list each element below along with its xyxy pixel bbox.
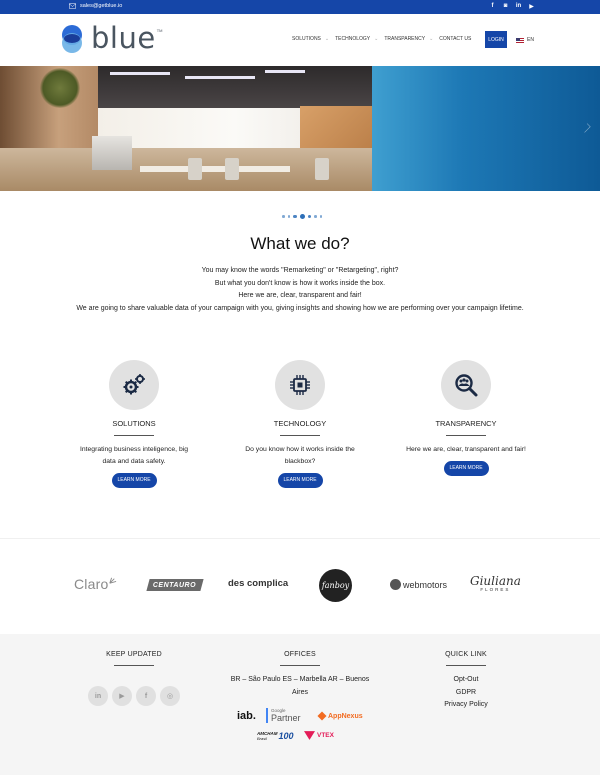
youtube-icon[interactable]: ▶ [112, 686, 132, 706]
intro-line: We are going to share valuable data of y… [76, 304, 524, 312]
partner-amcham: AMCHAM Brasil 100 [257, 731, 294, 741]
chevron-down-icon: ⌄ [429, 36, 434, 42]
learn-more-button[interactable]: LEARN MORE [277, 473, 323, 488]
feature-description: Here we are, clear, transparent and fair… [406, 446, 526, 453]
feature-icon-circle [109, 360, 159, 410]
divider [114, 665, 154, 666]
linkedin-icon[interactable]: in [515, 3, 522, 10]
slider-dot[interactable] [307, 214, 311, 219]
facebook-icon[interactable]: f [136, 686, 156, 706]
slider-dot[interactable] [319, 215, 322, 218]
feature-solutions: SOLUTIONS Integrating business inteligen… [74, 360, 194, 488]
client-logo-webmotors: webmotors [390, 579, 447, 590]
feature-technology: TECHNOLOGY Do you know how it works insi… [240, 360, 360, 488]
language-label: EN [527, 37, 534, 43]
footer-heading: QUICK LINK [445, 651, 487, 658]
feature-description: Integrating business inteligence, big da… [79, 446, 189, 465]
chip-icon [290, 375, 310, 395]
instagram-icon[interactable]: ◎ [160, 686, 180, 706]
section-title: What we do? [250, 234, 350, 253]
magnifier-people-icon [455, 374, 478, 397]
feature-title: TECHNOLOGY [273, 419, 327, 428]
divider [446, 665, 486, 666]
main-nav: SOLUTIONS ⌄ TECHNOLOGY ⌄ TRANSPARENCY ⌄ CON… [292, 36, 471, 42]
client-logo-giuliana-flores: Giuliana FLORES [470, 574, 521, 592]
chevron-down-icon: ⌄ [324, 36, 330, 42]
logo-wordmark: blue [91, 21, 156, 55]
us-flag-icon [516, 37, 524, 43]
gears-icon [123, 374, 145, 395]
hero-slider-image [0, 66, 600, 191]
footer-heading: KEEP UPDATED [106, 651, 162, 658]
divider [446, 435, 486, 436]
top-bar: sales@getblue.io f ◙ in ▶ [0, 0, 600, 14]
slider-dot-active[interactable] [299, 214, 305, 219]
divider [280, 665, 320, 666]
site-header: blue TM SOLUTIONS ⌄ TECHNOLOGY ⌄ TRANSPARE… [0, 14, 600, 66]
nav-contact-us[interactable]: CONTACT US [439, 36, 471, 42]
slider-dots [282, 214, 322, 219]
divider [114, 435, 154, 436]
appnexus-mark-icon [317, 711, 327, 721]
client-logo-descomplica: des complica [228, 578, 289, 589]
footer-offices: OFFICES BR – São Paulo ES – Marbella AR … [225, 651, 375, 699]
intro-text: You may know the words "Remarketing" or … [0, 265, 600, 315]
feature-transparency: TRANSPARENCY Here we are, clear, transpa… [406, 360, 526, 476]
youtube-icon[interactable]: ▶ [528, 3, 535, 10]
linkedin-icon[interactable]: in [88, 686, 108, 706]
login-button[interactable]: LOGIN [485, 31, 507, 48]
logo-trademark: TM [156, 28, 163, 33]
feature-title: SOLUTIONS [112, 419, 156, 428]
feature-icon-circle [275, 360, 325, 410]
chevron-down-icon: ⌄ [374, 36, 379, 42]
link-privacy-policy[interactable]: Privacy Policy [406, 699, 526, 712]
vtex-mark-icon [304, 731, 315, 740]
footer-heading: OFFICES [284, 651, 316, 658]
facebook-icon[interactable]: f [489, 3, 496, 10]
footer-keep-updated: KEEP UPDATED in ▶ f ◎ [74, 651, 194, 706]
nav-solutions[interactable]: SOLUTIONS [292, 36, 321, 42]
intro-line: But what you don't know is how it works … [214, 279, 386, 287]
partner-appnexus: AppNexus [317, 711, 363, 721]
offices-list: BR – São Paulo ES – Marbella AR – Buenos… [230, 676, 370, 696]
intro-line: Here we are, clear, transparent and fair… [238, 292, 362, 299]
site-logo[interactable]: blue TM [61, 24, 162, 54]
logo-mark-icon [61, 24, 85, 54]
link-opt-out[interactable]: Opt-Out [406, 674, 526, 687]
slider-dot[interactable] [287, 215, 290, 218]
slider-dot[interactable] [314, 215, 317, 218]
feature-description: Do you know how it works inside the blac… [245, 446, 355, 465]
divider [280, 435, 320, 436]
slider-dot[interactable] [293, 214, 297, 219]
contact-email[interactable]: sales@getblue.io [69, 3, 122, 9]
partner-vtex: VTEX [304, 731, 334, 740]
client-logo-fanboy: fanboy [319, 569, 352, 602]
link-gdpr[interactable]: GDPR [406, 687, 526, 700]
nav-transparency[interactable]: TRANSPARENCY [384, 36, 425, 42]
partner-iab: iab. [237, 710, 256, 722]
nav-technology[interactable]: TECHNOLOGY [335, 36, 370, 42]
email-text: sales@getblue.io [80, 3, 123, 9]
instagram-icon[interactable]: ◙ [502, 3, 509, 10]
feature-title: TRANSPARENCY [435, 419, 497, 428]
learn-more-button[interactable]: LEARN MORE [443, 461, 489, 476]
intro-line: You may know the words "Remarketing" or … [201, 267, 399, 274]
language-selector[interactable]: EN [516, 37, 534, 43]
sunburst-icon [109, 577, 117, 584]
slider-dot[interactable] [282, 215, 285, 218]
partner-google-partner: Google Partner [266, 708, 301, 723]
client-logo-claro: Claro [74, 576, 117, 592]
webmotors-mark-icon [390, 579, 401, 590]
learn-more-button[interactable]: LEARN MORE [111, 473, 157, 488]
feature-icon-circle [441, 360, 491, 410]
footer-quick-link: QUICK LINK Opt-Out GDPR Privacy Policy [406, 651, 526, 712]
client-logo-centauro: CENTAURO [146, 579, 204, 591]
mail-icon [69, 3, 76, 9]
